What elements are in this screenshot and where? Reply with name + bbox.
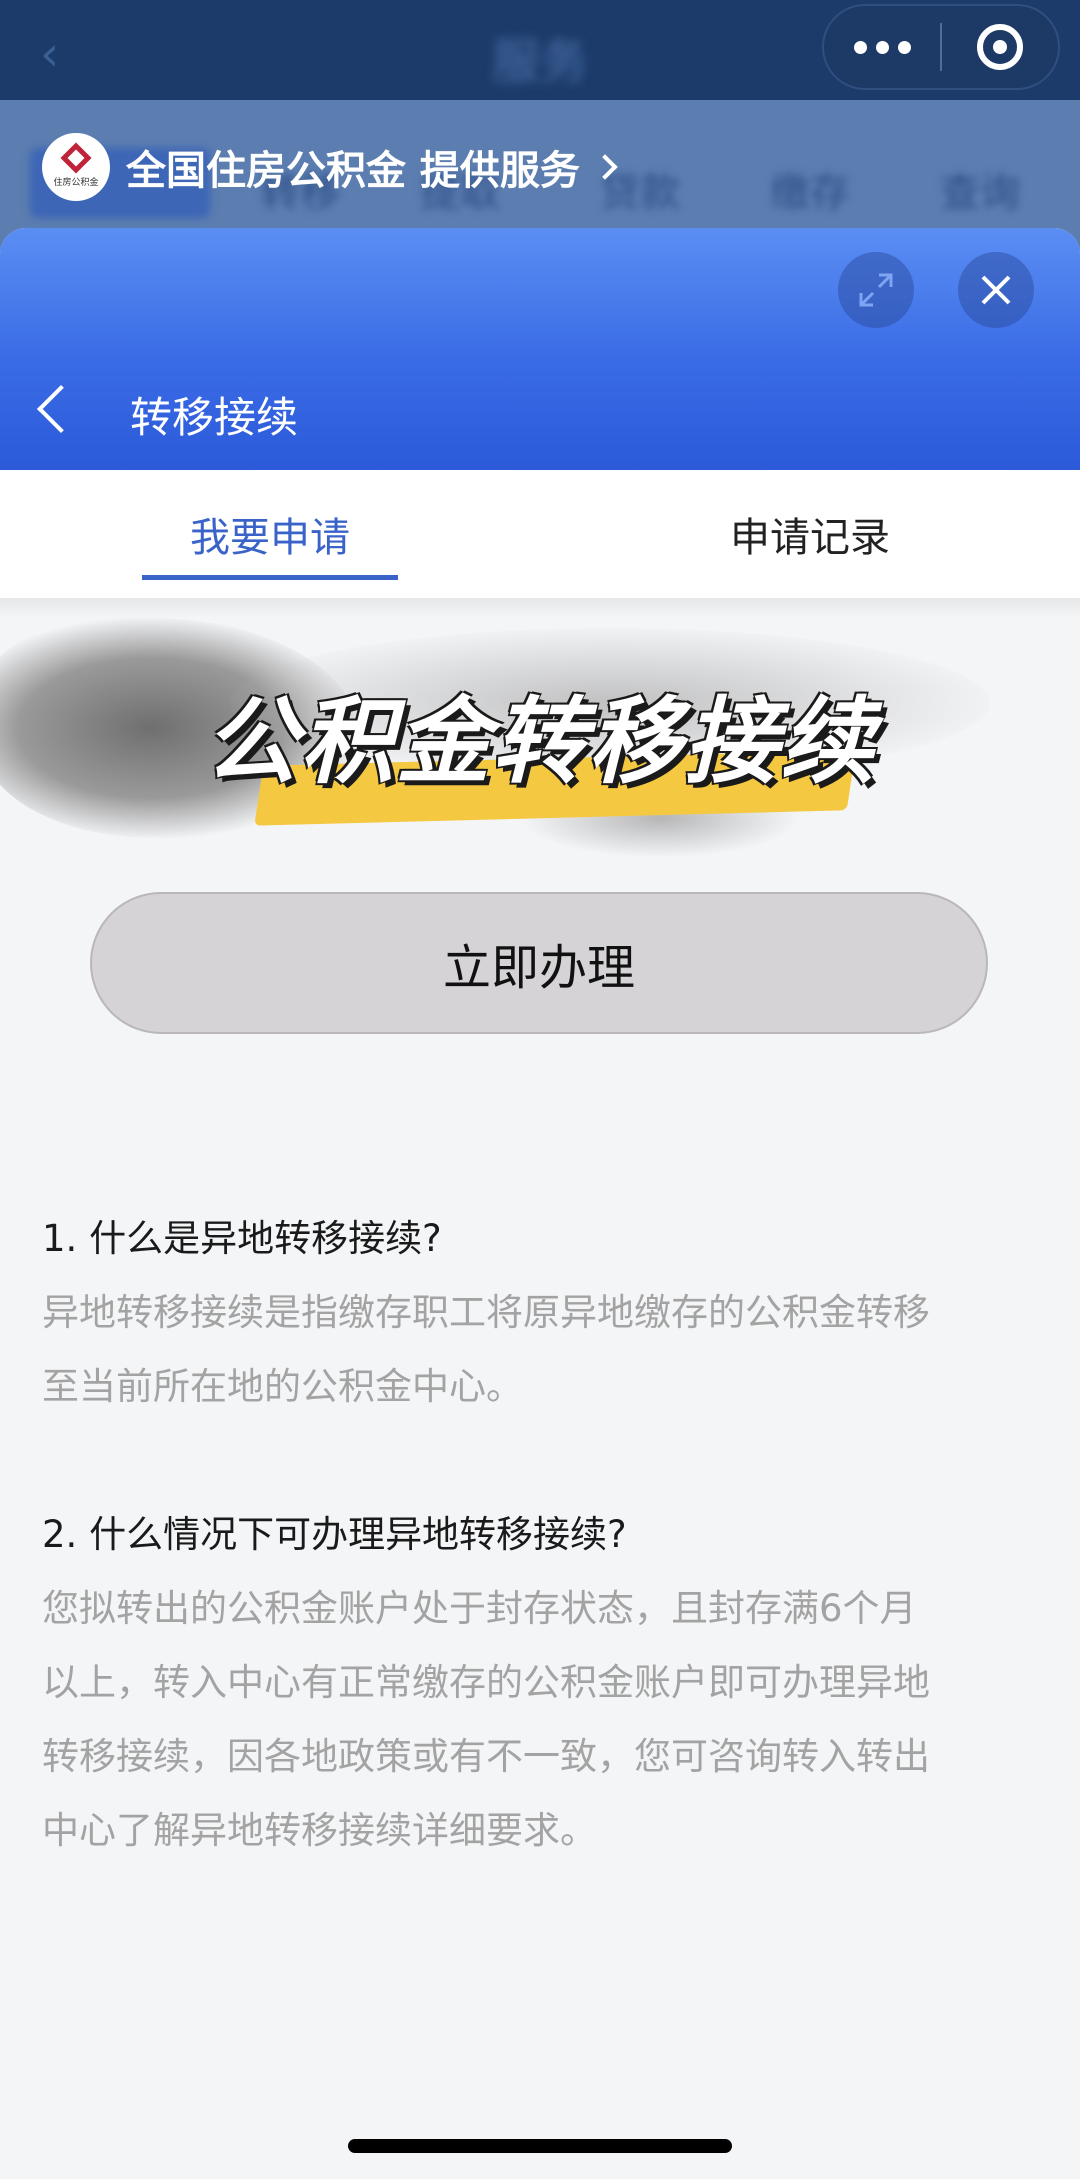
home-indicator[interactable]: [348, 2139, 732, 2153]
sheet-title: 转移接续: [130, 393, 299, 442]
faq-answer-line: 异地转移接续是指缴存职工将原异地缴存的公积金转移: [42, 1291, 930, 1334]
tab-records[interactable]: 申请记录: [540, 470, 1080, 598]
banner: 公积金转移接续: [0, 608, 1080, 868]
miniapp-capsule: [822, 4, 1060, 90]
chevron-left-icon[interactable]: [30, 384, 78, 432]
chevron-right-icon: [592, 154, 618, 180]
faq-answer-line: 转移接续，因各地政策或有不一致，您可咨询转入转出: [42, 1735, 930, 1778]
service-sheet: 转移接续 我要申请 申请记录 公积金转移接续 立即办理 1. 什么是异地转移接续…: [0, 228, 1080, 2179]
close-icon: [981, 275, 1011, 305]
miniapp-close-icon[interactable]: [942, 4, 1058, 90]
background-chip-label: 缴存: [770, 170, 850, 216]
faq-question: 1. 什么是异地转移接续?: [42, 1217, 442, 1260]
faq-answer-line: 至当前所在地的公积金中心。: [42, 1365, 523, 1408]
faq-item: 2. 什么情况下可办理异地转移接续? 您拟转出的公积金账户处于封存状态，且封存满…: [42, 1498, 1040, 1868]
provider-bar[interactable]: 住房公积金 全国住房公积金 提供服务: [42, 132, 618, 202]
provider-logo-mark: [60, 141, 92, 174]
faq-answer-line: 以上，转入中心有正常缴存的公积金账户即可办理异地: [42, 1661, 930, 1704]
faq-answer-line: 中心了解异地转移接续详细要求。: [42, 1809, 597, 1852]
more-dots-icon[interactable]: [824, 4, 940, 90]
expand-button[interactable]: [838, 252, 914, 328]
provider-logo: 住房公积金: [42, 133, 110, 201]
expand-icon: [859, 273, 893, 307]
background-chip-label: 查询: [940, 170, 1020, 216]
tab-bar: 我要申请 申请记录: [0, 470, 1080, 598]
close-button[interactable]: [958, 252, 1034, 328]
tab-apply[interactable]: 我要申请: [0, 470, 540, 598]
faq-item: 1. 什么是异地转移接续? 异地转移接续是指缴存职工将原异地缴存的公积金转移 至…: [42, 1202, 1040, 1424]
provider-label: 全国住房公积金 提供服务: [126, 148, 580, 194]
provider-logo-text: 住房公积金: [53, 177, 99, 188]
faq-question: 2. 什么情况下可办理异地转移接续?: [42, 1513, 627, 1556]
banner-title: 公积金转移接续: [203, 688, 876, 797]
apply-now-button[interactable]: 立即办理: [90, 892, 988, 1034]
faq-answer-line: 您拟转出的公积金账户处于封存状态，且封存满6个月: [42, 1587, 917, 1630]
sheet-header: 转移接续: [0, 228, 1080, 470]
